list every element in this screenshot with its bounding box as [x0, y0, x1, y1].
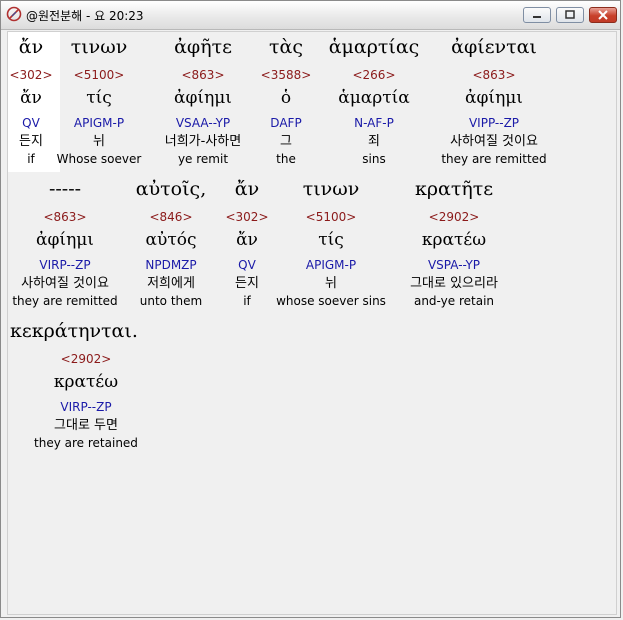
greek-word: ἀφίενται: [451, 36, 537, 58]
lemma-word: τίς: [86, 88, 112, 108]
strong-number[interactable]: <863>: [5, 208, 125, 228]
parse-code: N-AF-P: [354, 116, 394, 130]
greek-word: -----: [48, 178, 82, 200]
parse-code: VIPP--ZP: [468, 116, 520, 130]
english-gloss: sins: [362, 152, 386, 166]
korean-gloss: 뉘: [93, 134, 105, 149]
app-logo-icon[interactable]: [6, 6, 22, 22]
strong-number[interactable]: <5100>: [39, 66, 159, 86]
greek-word: τινων: [302, 178, 360, 200]
title-bar[interactable]: @원전분해 - 요 20:23: [1, 1, 620, 30]
korean-gloss: 사하여질 것이요: [21, 276, 109, 291]
word-block[interactable]: ----- <863> ἀφίημι VIRP--ZP 사하여질 것이요 they are…: [5, 174, 125, 310]
korean-gloss: 죄: [368, 134, 380, 149]
greek-word: κεκράτηνται.: [10, 320, 138, 342]
english-gloss: whose soever sins: [276, 294, 386, 308]
lemma-word: κρατέω: [421, 230, 487, 250]
lemma-word: κρατέω: [53, 372, 119, 392]
english-gloss: they are remitted: [441, 152, 547, 166]
english-gloss: and-ye retain: [413, 294, 495, 308]
greek-word: κρατῆτε: [414, 178, 494, 200]
maximize-button[interactable]: [556, 7, 584, 23]
english-gloss: they are remitted: [12, 294, 118, 308]
word-block[interactable]: ἁμαρτίας <266> ἁμαρτία N-AF-P 죄 sins: [314, 32, 434, 168]
lemma-word: ἀφίημι: [36, 230, 94, 250]
english-gloss: Whose soever: [56, 152, 142, 166]
english-gloss: they are retained: [34, 436, 138, 450]
greek-word: τινων: [70, 36, 128, 58]
analysis-panel[interactable]: ἄν <302> ἄν QV 든지 if τινων <5100> τίς APIGM-P 뉘 Who…: [7, 31, 617, 615]
parse-code: APIGM-P: [73, 116, 125, 130]
close-button[interactable]: [589, 7, 617, 23]
lemma-word: ἁμαρτία: [338, 88, 410, 108]
maximize-icon: [565, 10, 575, 19]
minimize-icon: [533, 16, 541, 18]
korean-gloss: 그대로 두면: [54, 418, 118, 433]
word-block[interactable]: κρατῆτε <2902> κρατέω VSPA--YP 그대로 있으리라 and-y…: [394, 174, 514, 310]
greek-word: ἁμαρτίας: [328, 36, 420, 58]
minimize-button[interactable]: [523, 7, 551, 23]
word-block[interactable]: τινων <5100> τίς APIGM-P 뉘 whose soever sins: [271, 174, 391, 310]
strong-number[interactable]: <2902>: [394, 208, 514, 228]
parse-code: VIRP--ZP: [39, 258, 91, 272]
word-block[interactable]: τινων <5100> τίς APIGM-P 뉘 Whose soever: [39, 32, 159, 168]
word-block[interactable]: ἀφίενται <863> ἀφίημι VIPP--ZP 사하여질 것이요 they …: [434, 32, 554, 168]
close-icon: [598, 10, 608, 20]
parse-code: VIRP--ZP: [60, 400, 112, 414]
parse-code: APIGM-P: [305, 258, 357, 272]
strong-number[interactable]: <2902>: [20, 350, 152, 370]
lemma-word: τίς: [318, 230, 344, 250]
window-title: @원전분해 - 요 20:23: [26, 9, 144, 23]
strong-number[interactable]: <863>: [434, 66, 554, 86]
strong-number[interactable]: <5100>: [271, 208, 391, 228]
korean-gloss: 뉘: [325, 276, 337, 291]
korean-gloss: 사하여질 것이요: [450, 134, 538, 149]
lemma-word: ἀφίημι: [465, 88, 523, 108]
parse-code: VSPA--YP: [427, 258, 481, 272]
korean-gloss: 그대로 있으리라: [410, 276, 498, 291]
strong-number[interactable]: <266>: [314, 66, 434, 86]
word-block[interactable]: κεκράτηνται. <2902> κρατέω VIRP--ZP 그대로 두면 th…: [10, 316, 172, 452]
app-window: @원전분해 - 요 20:23 ἄν <302> ἄν QV 든지 if τινων <510…: [0, 0, 621, 618]
